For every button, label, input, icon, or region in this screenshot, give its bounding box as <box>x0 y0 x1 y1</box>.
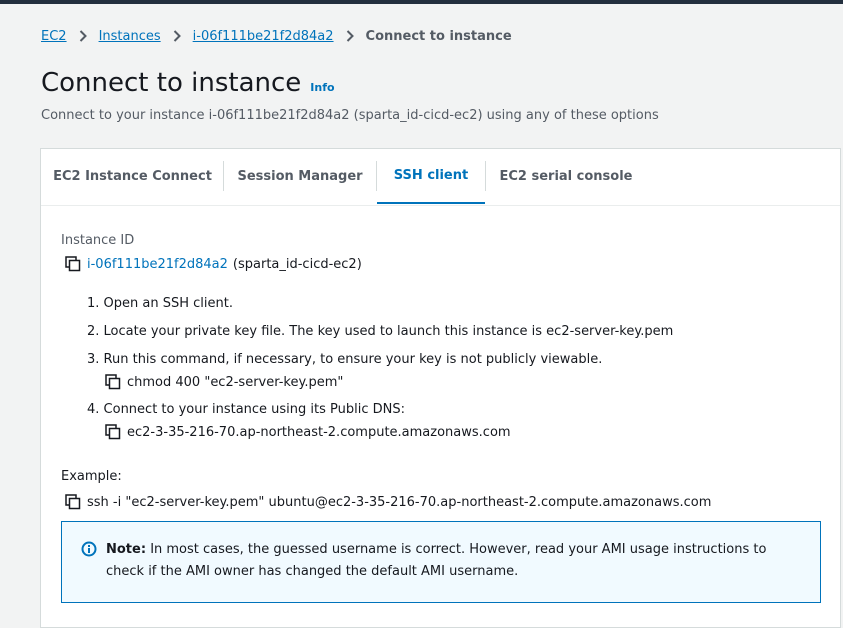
breadcrumb: EC2 Instances i-06f111be21f2d84a2 Connec… <box>41 26 512 46</box>
tab-session-manager[interactable]: Session Manager <box>224 149 376 204</box>
tab-ssh-client[interactable]: SSH client <box>377 149 485 204</box>
tab-ec2-instance-connect[interactable]: EC2 Instance Connect <box>42 149 223 204</box>
instance-id-row: i-06f111be21f2d84a2 (sparta_id-cicd-ec2) <box>65 256 362 272</box>
page-title: Connect to instance Info <box>41 68 335 98</box>
top-bar <box>0 0 843 4</box>
connect-tabs: EC2 Instance Connect Session Manager SSH… <box>41 149 840 206</box>
breadcrumb-current: Connect to instance <box>365 28 512 44</box>
note-alert: Note: In most cases, the guessed usernam… <box>61 521 821 603</box>
step-4-command: ec2-3-35-216-70.ap-northeast-2.compute.a… <box>105 424 511 440</box>
step-1: 1. Open an SSH client. <box>87 296 233 311</box>
instance-id-label: Instance ID <box>61 233 135 248</box>
connect-panel: EC2 Instance Connect Session Manager SSH… <box>40 148 841 628</box>
breadcrumb-ec2[interactable]: EC2 <box>41 29 67 44</box>
example-row: ssh -i "ec2-server-key.pem" ubuntu@ec2-3… <box>65 494 711 510</box>
tab-ec2-serial-console[interactable]: EC2 serial console <box>486 149 646 204</box>
info-link[interactable]: Info <box>310 81 334 94</box>
example-label: Example: <box>61 469 122 484</box>
step-2: 2. Locate your private key file. The key… <box>87 324 674 339</box>
copy-icon[interactable] <box>65 256 81 272</box>
breadcrumb-instance-id[interactable]: i-06f111be21f2d84a2 <box>193 29 334 44</box>
copy-icon[interactable] <box>105 424 121 440</box>
page-title-text: Connect to instance <box>41 68 302 98</box>
info-circle-icon <box>81 541 97 561</box>
example-command: ssh -i "ec2-server-key.pem" ubuntu@ec2-3… <box>87 494 712 510</box>
chevron-right-icon <box>67 30 99 42</box>
chmod-command: chmod 400 "ec2-server-key.pem" <box>127 374 344 390</box>
note-text-block: Note: In most cases, the guessed usernam… <box>106 539 806 583</box>
instance-id-link[interactable]: i-06f111be21f2d84a2 <box>87 257 228 272</box>
instance-name: (sparta_id-cicd-ec2) <box>232 256 362 272</box>
note-title: Note: <box>106 542 147 557</box>
step-4: 4. Connect to your instance using its Pu… <box>87 402 406 417</box>
public-dns: ec2-3-35-216-70.ap-northeast-2.compute.a… <box>127 424 511 440</box>
step-3: 3. Run this command, if necessary, to en… <box>87 352 603 367</box>
breadcrumb-instances[interactable]: Instances <box>99 29 161 44</box>
chevron-right-icon <box>161 30 193 42</box>
chevron-right-icon <box>334 30 366 42</box>
note-text: In most cases, the guessed username is c… <box>106 542 767 579</box>
copy-icon[interactable] <box>65 494 81 510</box>
page-subtitle: Connect to your instance i-06f111be21f2d… <box>41 108 659 123</box>
step-3-command: chmod 400 "ec2-server-key.pem" <box>105 374 343 390</box>
copy-icon[interactable] <box>105 374 121 390</box>
